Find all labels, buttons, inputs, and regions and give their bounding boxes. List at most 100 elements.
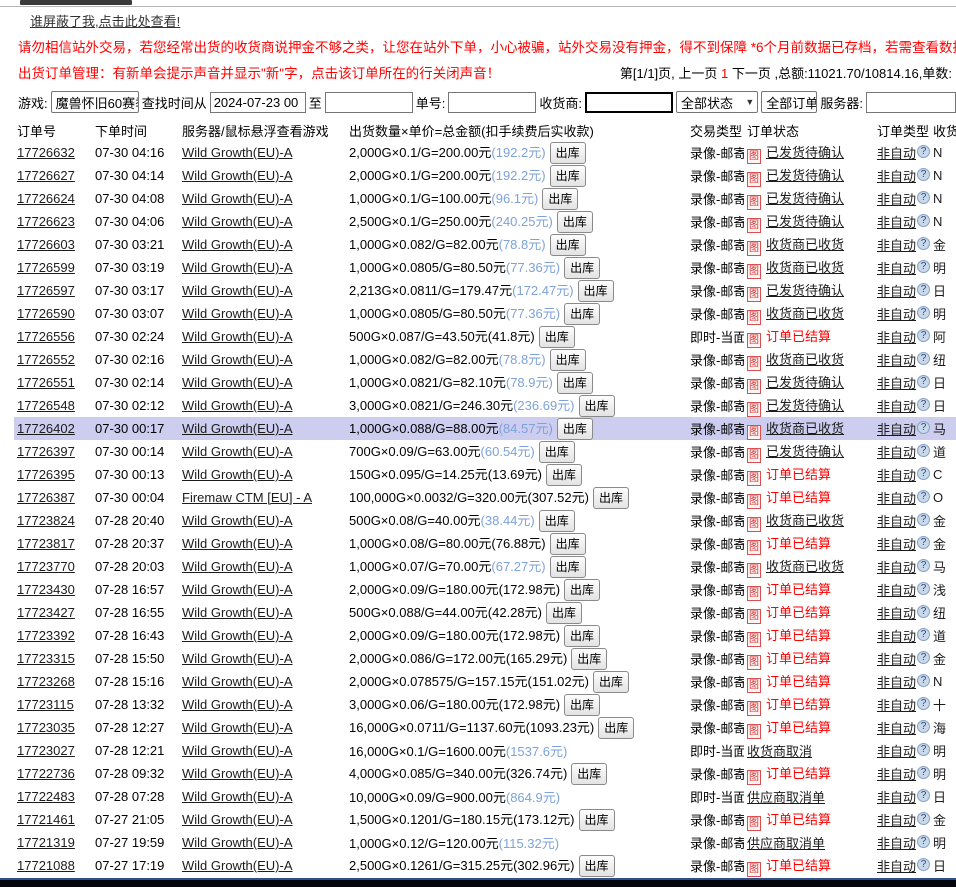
order-type-link[interactable]: 非自动 bbox=[877, 215, 916, 230]
help-icon[interactable]: ? bbox=[917, 421, 930, 434]
image-icon[interactable]: 图 bbox=[747, 172, 761, 187]
ship-out-button[interactable]: 出库 bbox=[571, 763, 607, 785]
server-link[interactable]: Wild Growth(EU)-A bbox=[182, 697, 293, 712]
server-link[interactable]: Wild Growth(EU)-A bbox=[182, 214, 293, 229]
order-id-link[interactable]: 17723027 bbox=[17, 743, 75, 758]
order-type-link[interactable]: 非自动 bbox=[877, 514, 916, 529]
server-link[interactable]: Wild Growth(EU)-A bbox=[182, 283, 293, 298]
order-type-link[interactable]: 非自动 bbox=[877, 767, 916, 782]
help-icon[interactable]: ? bbox=[917, 605, 930, 618]
image-icon[interactable]: 图 bbox=[747, 218, 761, 233]
order-id-link[interactable]: 17726556 bbox=[17, 329, 75, 344]
order-type-link[interactable]: 非自动 bbox=[877, 238, 916, 253]
order-status-link[interactable]: 订单已结算 bbox=[766, 766, 831, 781]
image-icon[interactable]: 图 bbox=[747, 770, 761, 785]
image-icon[interactable]: 图 bbox=[747, 609, 761, 624]
order-type-link[interactable]: 非自动 bbox=[877, 721, 916, 736]
order-status-link[interactable]: 订单已结算 bbox=[766, 536, 831, 551]
help-icon[interactable]: ? bbox=[917, 260, 930, 273]
order-id-link[interactable]: 17723817 bbox=[17, 536, 75, 551]
help-icon[interactable]: ? bbox=[917, 743, 930, 756]
order-status-link[interactable]: 已发货待确认 bbox=[766, 283, 844, 298]
help-icon[interactable]: ? bbox=[917, 329, 930, 342]
order-type-link[interactable]: 非自动 bbox=[877, 629, 916, 644]
order-id-link[interactable]: 17726552 bbox=[17, 352, 75, 367]
ship-out-button[interactable]: 出库 bbox=[578, 280, 614, 302]
server-link[interactable]: Wild Growth(EU)-A bbox=[182, 237, 293, 252]
order-id-link[interactable]: 17722483 bbox=[17, 789, 75, 804]
order-id-link[interactable]: 17726623 bbox=[17, 214, 75, 229]
order-id-link[interactable]: 17726551 bbox=[17, 375, 75, 390]
order-id-link[interactable]: 17726632 bbox=[17, 145, 75, 160]
server-link[interactable]: Wild Growth(EU)-A bbox=[182, 352, 293, 367]
order-type-link[interactable]: 非自动 bbox=[877, 652, 916, 667]
order-status-link[interactable]: 供应商取消单 bbox=[747, 836, 825, 851]
image-icon[interactable]: 图 bbox=[747, 678, 761, 693]
order-id-link[interactable]: 17723427 bbox=[17, 605, 75, 620]
order-id-link[interactable]: 17723770 bbox=[17, 559, 75, 574]
ship-out-button[interactable]: 出库 bbox=[579, 855, 615, 877]
image-icon[interactable]: 图 bbox=[747, 563, 761, 578]
order-type-link[interactable]: 非自动 bbox=[877, 146, 916, 161]
help-icon[interactable]: ? bbox=[917, 191, 930, 204]
ship-out-button[interactable]: 出库 bbox=[539, 441, 575, 463]
ship-out-button[interactable]: 出库 bbox=[593, 487, 629, 509]
server-link[interactable]: Wild Growth(EU)-A bbox=[182, 398, 293, 413]
order-type-link[interactable]: 非自动 bbox=[877, 353, 916, 368]
order-status-link[interactable]: 订单已结算 bbox=[766, 628, 831, 643]
order-status-link[interactable]: 收货商已收货 bbox=[766, 237, 844, 252]
order-status-link[interactable]: 收货商已收货 bbox=[766, 559, 844, 574]
image-icon[interactable]: 图 bbox=[747, 287, 761, 302]
order-type-link[interactable]: 非自动 bbox=[877, 537, 916, 552]
server-link[interactable]: Wild Growth(EU)-A bbox=[182, 260, 293, 275]
order-type-link[interactable]: 非自动 bbox=[877, 192, 916, 207]
help-icon[interactable]: ? bbox=[917, 145, 930, 158]
ship-out-button[interactable]: 出库 bbox=[564, 257, 600, 279]
server-link[interactable]: Wild Growth(EU)-A bbox=[182, 329, 293, 344]
order-type-link[interactable]: 非自动 bbox=[877, 583, 916, 598]
help-icon[interactable]: ? bbox=[917, 835, 930, 848]
help-icon[interactable]: ? bbox=[917, 444, 930, 457]
server-link[interactable]: Wild Growth(EU)-A bbox=[182, 467, 293, 482]
date-to-input[interactable] bbox=[325, 92, 413, 113]
ship-out-button[interactable]: 出库 bbox=[571, 648, 607, 670]
order-type-select[interactable]: 全部订单 ▼ bbox=[761, 91, 817, 113]
ship-out-button[interactable]: 出库 bbox=[564, 694, 600, 716]
order-id-link[interactable]: 17726395 bbox=[17, 467, 75, 482]
help-icon[interactable]: ? bbox=[917, 536, 930, 549]
ship-out-button[interactable]: 出库 bbox=[550, 533, 586, 555]
help-icon[interactable]: ? bbox=[917, 398, 930, 411]
order-id-link[interactable]: 17726597 bbox=[17, 283, 75, 298]
help-icon[interactable]: ? bbox=[917, 214, 930, 227]
server-link[interactable]: Wild Growth(EU)-A bbox=[182, 674, 293, 689]
order-status-link[interactable]: 订单已结算 bbox=[766, 697, 831, 712]
image-icon[interactable]: 图 bbox=[747, 425, 761, 440]
order-id-link[interactable]: 17723268 bbox=[17, 674, 75, 689]
order-type-link[interactable]: 非自动 bbox=[877, 836, 916, 851]
pagination-prefix[interactable]: 第[1/1]页, 上一页 bbox=[620, 66, 721, 81]
image-icon[interactable]: 图 bbox=[747, 333, 761, 348]
image-icon[interactable]: 图 bbox=[747, 310, 761, 325]
ship-out-button[interactable]: 出库 bbox=[550, 556, 586, 578]
order-type-link[interactable]: 非自动 bbox=[877, 399, 916, 414]
server-link[interactable]: Wild Growth(EU)-A bbox=[182, 835, 293, 850]
order-status-link[interactable]: 订单已结算 bbox=[766, 858, 831, 873]
ship-out-button[interactable]: 出库 bbox=[564, 303, 600, 325]
server-link[interactable]: Wild Growth(EU)-A bbox=[182, 536, 293, 551]
order-status-link[interactable]: 收货商已收货 bbox=[766, 421, 844, 436]
server-link[interactable]: Wild Growth(EU)-A bbox=[182, 145, 293, 160]
order-type-link[interactable]: 非自动 bbox=[877, 790, 916, 805]
image-icon[interactable]: 图 bbox=[747, 816, 761, 831]
order-id-link[interactable]: 17723392 bbox=[17, 628, 75, 643]
server-link[interactable]: Wild Growth(EU)-A bbox=[182, 628, 293, 643]
order-type-link[interactable]: 非自动 bbox=[877, 376, 916, 391]
help-icon[interactable]: ? bbox=[917, 559, 930, 572]
order-type-link[interactable]: 非自动 bbox=[877, 284, 916, 299]
ship-out-button[interactable]: 出库 bbox=[550, 349, 586, 371]
order-status-link[interactable]: 收货商已收货 bbox=[766, 352, 844, 367]
order-id-link[interactable]: 17723315 bbox=[17, 651, 75, 666]
server-link[interactable]: Wild Growth(EU)-A bbox=[182, 812, 293, 827]
ship-out-button[interactable]: 出库 bbox=[579, 395, 615, 417]
server-link[interactable]: Wild Growth(EU)-A bbox=[182, 168, 293, 183]
order-status-link[interactable]: 已发货待确认 bbox=[766, 214, 844, 229]
